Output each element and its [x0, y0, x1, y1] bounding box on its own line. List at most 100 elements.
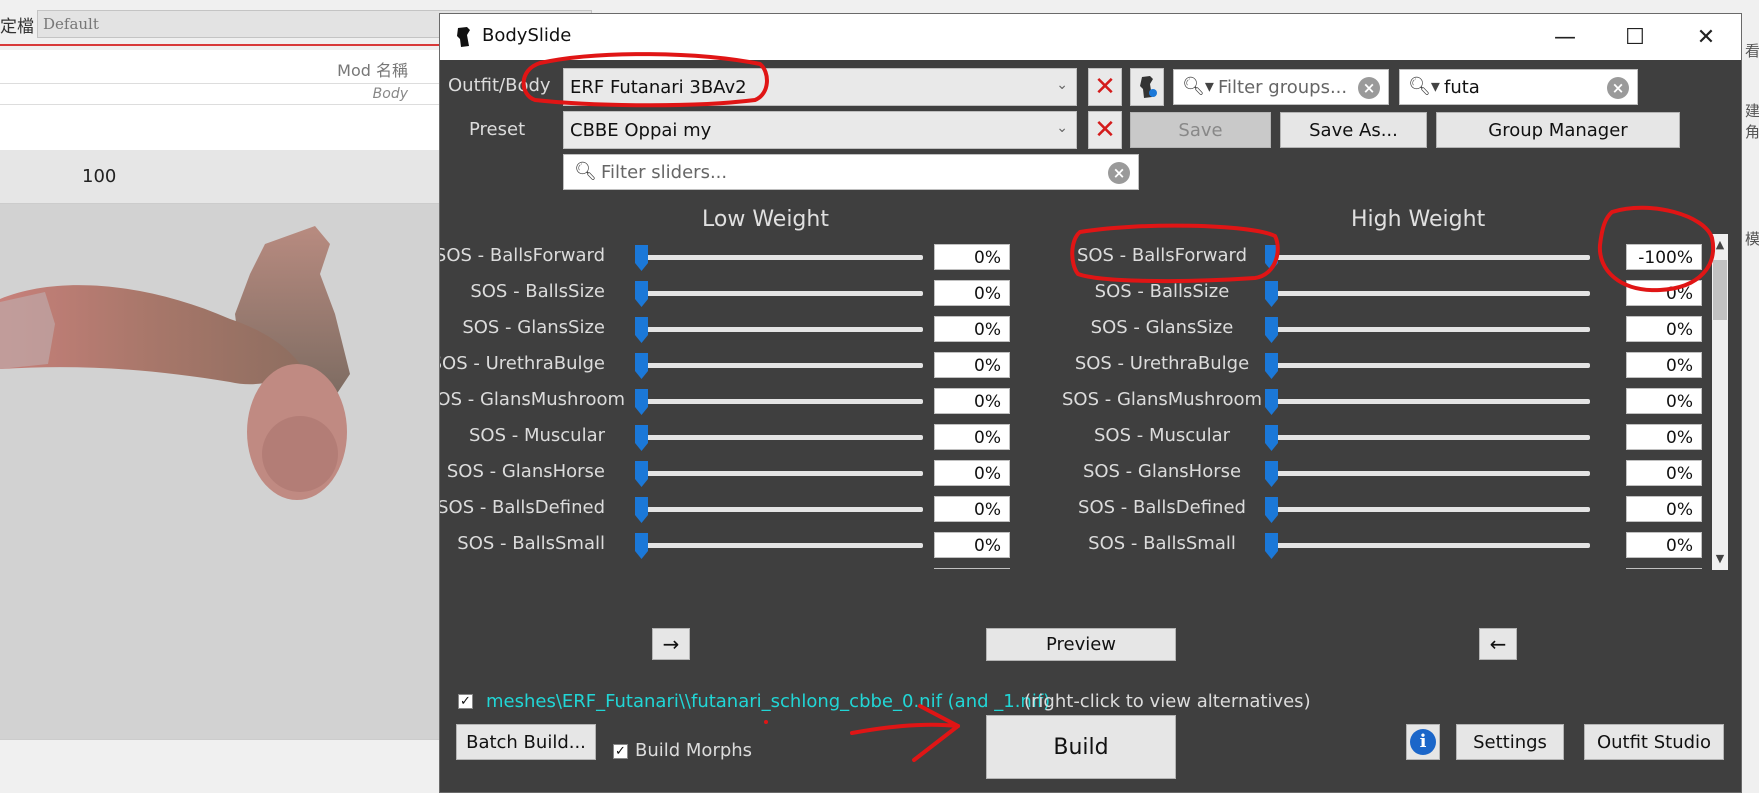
high-slider-thumb[interactable] [1264, 461, 1279, 487]
outfit-body-select[interactable]: ERF Futanari 3BAv2 ⌄ [563, 68, 1077, 106]
save-button[interactable]: Save [1130, 112, 1271, 148]
high-slider-label: SOS - Muscular [1093, 425, 1230, 446]
build-morphs-checkbox[interactable]: ✓ [613, 744, 628, 759]
high-value-input[interactable]: 0% [1626, 316, 1702, 342]
high-slider-thumb[interactable] [1264, 281, 1279, 307]
preset-select[interactable]: CBBE Oppai my ⌄ [563, 111, 1077, 149]
low-slider-thumb[interactable] [634, 533, 649, 559]
group-manager-button[interactable]: Group Manager [1436, 112, 1680, 148]
high-slider-track[interactable] [1270, 363, 1590, 368]
copy-high-to-low-button[interactable]: ← [1479, 628, 1517, 660]
low-value-input[interactable]: 0% [934, 496, 1010, 522]
slider-filter-input[interactable]: 🔍︎ Filter sliders... × [563, 154, 1139, 190]
close-button[interactable]: ✕ [1671, 14, 1741, 60]
high-slider-thumb[interactable] [1264, 389, 1279, 415]
circle-x-icon[interactable]: × [1607, 77, 1629, 99]
high-slider-track[interactable] [1270, 471, 1590, 476]
title-bar[interactable]: BodySlide — ☐ ✕ [440, 14, 1741, 60]
high-slider-track[interactable] [1270, 543, 1590, 548]
high-value-input[interactable]: 0% [1626, 388, 1702, 414]
delete-preset-button[interactable]: ✕ [1088, 111, 1122, 149]
high-value-input[interactable]: 0% [1626, 460, 1702, 486]
group-filter-toggle-button[interactable] [1130, 68, 1164, 106]
high-value-input[interactable]: 0% [1626, 496, 1702, 522]
low-value-input[interactable]: 0% [934, 280, 1010, 306]
high-slider-thumb[interactable] [1264, 497, 1279, 523]
high-value-input[interactable]: 0% [1626, 352, 1702, 378]
info-button[interactable]: i [1406, 724, 1440, 760]
magnifier-dropdown-icon[interactable]: 🔍︎▾ [1408, 76, 1440, 97]
low-slider-track[interactable] [640, 255, 923, 260]
high-value-input[interactable]: -100% [1626, 244, 1702, 270]
high-slider-thumb[interactable] [1264, 425, 1279, 451]
batch-build-button[interactable]: Batch Build... [456, 724, 596, 760]
low-value-input[interactable]: 0% [934, 424, 1010, 450]
low-weight-header: Low Weight [702, 207, 829, 232]
low-slider-track[interactable] [640, 363, 923, 368]
minimize-button[interactable]: — [1530, 14, 1600, 60]
high-slider-track[interactable] [1270, 327, 1590, 332]
group-filter-input[interactable]: 🔍︎▾ Filter groups... × [1173, 69, 1389, 105]
scroll-down-icon[interactable]: ▼ [1712, 548, 1728, 570]
delete-outfit-button[interactable]: ✕ [1088, 68, 1122, 106]
slider-scrollbar[interactable]: ▲ ▼ [1712, 234, 1728, 570]
outfit-filter-input[interactable]: 🔍︎▾ futa × [1399, 69, 1638, 105]
low-value-input[interactable]: 0% [934, 244, 1010, 270]
low-slider-thumb[interactable] [634, 245, 649, 271]
low-slider-track[interactable] [640, 291, 923, 296]
circle-x-icon[interactable]: × [1108, 162, 1130, 184]
bg-mod-name-header[interactable]: Mod 名稱 [337, 57, 408, 81]
low-value-input[interactable]: 0% [934, 460, 1010, 486]
chevron-down-icon: ⌄ [1056, 120, 1068, 136]
high-slider-track[interactable] [1270, 435, 1590, 440]
low-value-input[interactable]: 0% [934, 568, 1010, 569]
high-value-input[interactable]: 0% [1626, 568, 1702, 569]
high-slider-track[interactable] [1270, 507, 1590, 512]
maximize-button[interactable]: ☐ [1600, 14, 1670, 60]
low-slider-track[interactable] [640, 399, 923, 404]
low-slider-thumb[interactable] [634, 353, 649, 379]
low-slider-thumb[interactable] [634, 497, 649, 523]
low-slider-thumb[interactable] [634, 461, 649, 487]
scroll-up-icon[interactable]: ▲ [1712, 234, 1728, 256]
slider-row: SOS - GlansMushroom 0% SOS - GlansMushroom… [440, 386, 1710, 422]
bg-3d-preview[interactable] [0, 204, 440, 739]
build-button[interactable]: Build [986, 715, 1176, 779]
output-path[interactable]: meshes\ERF_Futanari\\futanari_schlong_cb… [486, 691, 1050, 712]
high-slider-track[interactable] [1270, 255, 1590, 260]
magnifier-dropdown-icon[interactable]: 🔍︎▾ [1182, 76, 1214, 97]
low-value-input[interactable]: 0% [934, 388, 1010, 414]
outfit-studio-button[interactable]: Outfit Studio [1584, 724, 1724, 760]
copy-low-to-high-button[interactable]: → [652, 628, 690, 660]
high-slider-thumb[interactable] [1264, 353, 1279, 379]
low-slider-thumb[interactable] [634, 389, 649, 415]
save-as-button[interactable]: Save As... [1280, 112, 1427, 148]
low-slider-track[interactable] [640, 471, 923, 476]
output-path-checkbox[interactable]: ✓ [458, 694, 473, 709]
low-value-input[interactable]: 0% [934, 316, 1010, 342]
high-slider-label: SOS - UrethraBulge [1074, 353, 1250, 374]
low-value-input[interactable]: 0% [934, 532, 1010, 558]
low-slider-label: SOS - BallsForward [440, 245, 605, 266]
low-slider-track[interactable] [640, 435, 923, 440]
high-value-input[interactable]: 0% [1626, 424, 1702, 450]
low-slider-track[interactable] [640, 507, 923, 512]
high-value-input[interactable]: 0% [1626, 532, 1702, 558]
high-value-input[interactable]: 0% [1626, 280, 1702, 306]
high-slider-thumb[interactable] [1264, 317, 1279, 343]
circle-x-icon[interactable]: × [1358, 77, 1380, 99]
low-value-input[interactable]: 0% [934, 352, 1010, 378]
high-slider-track[interactable] [1270, 399, 1590, 404]
low-slider-thumb[interactable] [634, 317, 649, 343]
output-path-hint: (right-click to view alternatives) [1024, 691, 1311, 712]
low-slider-track[interactable] [640, 327, 923, 332]
high-slider-track[interactable] [1270, 291, 1590, 296]
scroll-thumb[interactable] [1713, 260, 1727, 320]
high-slider-thumb[interactable] [1264, 533, 1279, 559]
preview-button[interactable]: Preview [986, 628, 1176, 661]
low-slider-track[interactable] [640, 543, 923, 548]
low-slider-thumb[interactable] [634, 425, 649, 451]
high-slider-thumb[interactable] [1264, 245, 1279, 271]
low-slider-thumb[interactable] [634, 281, 649, 307]
settings-button[interactable]: Settings [1456, 724, 1564, 760]
